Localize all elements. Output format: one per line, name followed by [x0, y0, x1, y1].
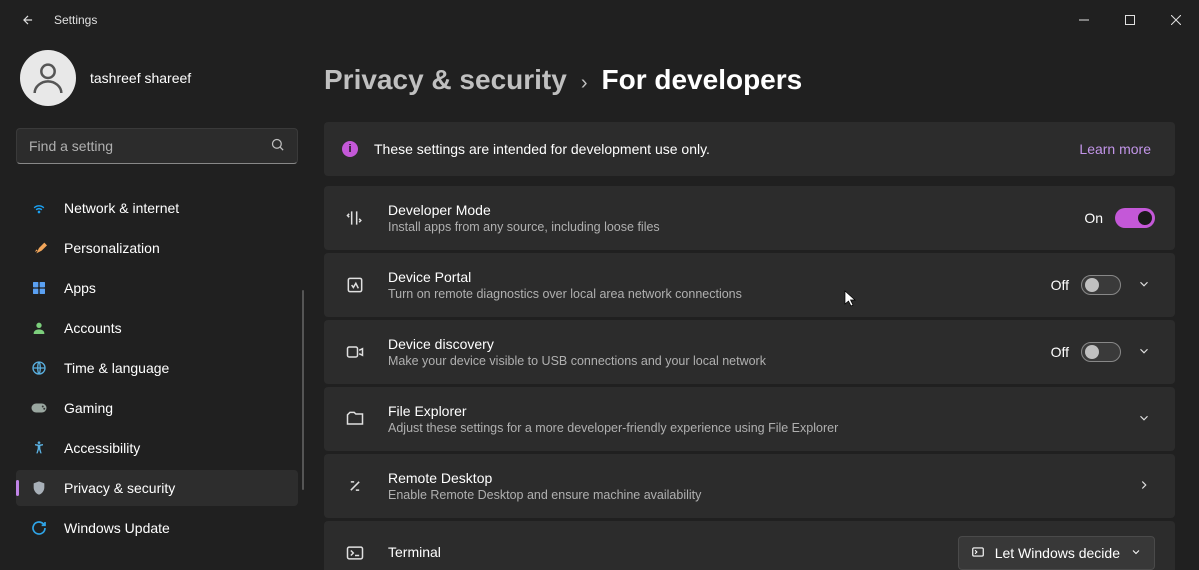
- username: tashreef shareef: [90, 70, 191, 86]
- chevron-down-icon: [1130, 545, 1142, 561]
- accessibility-icon: [30, 439, 48, 457]
- card-subtitle: Adjust these settings for a more develop…: [388, 421, 1133, 435]
- toggle-switch[interactable]: [1081, 275, 1121, 295]
- search-input[interactable]: [29, 138, 270, 154]
- wifi-icon: [30, 199, 48, 217]
- setting-developer-mode[interactable]: Developer Mode Install apps from any sou…: [324, 186, 1175, 250]
- gamepad-icon: [30, 399, 48, 417]
- setting-device-discovery[interactable]: Device discovery Make your device visibl…: [324, 320, 1175, 384]
- chevron-down-icon[interactable]: [1133, 340, 1155, 365]
- app-title: Settings: [54, 13, 97, 27]
- sidebar-item-apps[interactable]: Apps: [16, 270, 298, 306]
- user-profile[interactable]: tashreef shareef: [16, 50, 302, 106]
- sidebar-item-gaming[interactable]: Gaming: [16, 390, 298, 426]
- sidebar-item-personalization[interactable]: Personalization: [16, 230, 298, 266]
- main-panel: Privacy & security › For developers i Th…: [310, 40, 1199, 570]
- close-button[interactable]: [1153, 4, 1199, 36]
- search-icon: [270, 137, 285, 155]
- back-button[interactable]: [18, 10, 38, 30]
- sidebar-item-label: Personalization: [64, 240, 160, 256]
- setting-terminal[interactable]: Terminal Let Windows decide: [324, 521, 1175, 570]
- info-text: These settings are intended for developm…: [374, 141, 710, 157]
- globe-icon: [30, 359, 48, 377]
- card-icon: [344, 542, 366, 564]
- terminal-dropdown[interactable]: Let Windows decide: [958, 536, 1155, 570]
- card-subtitle: Make your device visible to USB connecti…: [388, 354, 1051, 368]
- sidebar-item-label: Network & internet: [64, 200, 179, 216]
- toggle-state-label: Off: [1051, 277, 1069, 293]
- terminal-icon: [971, 545, 985, 562]
- toggle-switch[interactable]: [1081, 342, 1121, 362]
- search-box[interactable]: [16, 128, 298, 164]
- sidebar-item-label: Accounts: [64, 320, 122, 336]
- card-title: Developer Mode: [388, 202, 1084, 218]
- settings-list: Developer Mode Install apps from any sou…: [324, 186, 1175, 570]
- chevron-right-icon[interactable]: [1133, 474, 1155, 499]
- sidebar-item-label: Apps: [64, 280, 96, 296]
- card-subtitle: Enable Remote Desktop and ensure machine…: [388, 488, 1133, 502]
- learn-more-link[interactable]: Learn more: [1079, 141, 1151, 157]
- user-icon: [30, 319, 48, 337]
- card-title: Remote Desktop: [388, 470, 1133, 486]
- card-title: Device discovery: [388, 336, 1051, 352]
- card-subtitle: Turn on remote diagnostics over local ar…: [388, 287, 1051, 301]
- toggle-state-label: On: [1084, 210, 1103, 226]
- apps-icon: [30, 279, 48, 297]
- title-bar: Settings: [0, 0, 1199, 40]
- sidebar-item-network-internet[interactable]: Network & internet: [16, 190, 298, 226]
- card-title: Terminal: [388, 544, 958, 560]
- info-banner: i These settings are intended for develo…: [324, 122, 1175, 176]
- breadcrumb-separator: ›: [581, 72, 588, 95]
- sidebar-item-privacy-security[interactable]: Privacy & security: [16, 470, 298, 506]
- card-title: Device Portal: [388, 269, 1051, 285]
- page-title: For developers: [601, 64, 802, 96]
- brush-icon: [30, 239, 48, 257]
- sidebar-item-label: Gaming: [64, 400, 113, 416]
- breadcrumb: Privacy & security › For developers: [324, 64, 1175, 96]
- setting-file-explorer[interactable]: File Explorer Adjust these settings for …: [324, 387, 1175, 451]
- breadcrumb-parent[interactable]: Privacy & security: [324, 64, 567, 96]
- info-icon: i: [342, 141, 358, 157]
- nav-list: Network & internet Personalization Apps Acc…: [16, 190, 302, 546]
- sidebar-item-label: Accessibility: [64, 440, 140, 456]
- card-icon: [344, 475, 366, 497]
- card-title: File Explorer: [388, 403, 1133, 419]
- maximize-button[interactable]: [1107, 4, 1153, 36]
- sidebar-item-time-language[interactable]: Time & language: [16, 350, 298, 386]
- sidebar-item-label: Time & language: [64, 360, 169, 376]
- shield-icon: [30, 479, 48, 497]
- dropdown-value: Let Windows decide: [995, 545, 1120, 561]
- avatar: [20, 50, 76, 106]
- sidebar: tashreef shareef Network & internet Perso…: [0, 40, 310, 570]
- sidebar-item-accounts[interactable]: Accounts: [16, 310, 298, 346]
- card-icon: [344, 341, 366, 363]
- sidebar-item-accessibility[interactable]: Accessibility: [16, 430, 298, 466]
- setting-device-portal[interactable]: Device Portal Turn on remote diagnostics…: [324, 253, 1175, 317]
- sidebar-item-label: Privacy & security: [64, 480, 175, 496]
- chevron-down-icon[interactable]: [1133, 407, 1155, 432]
- card-subtitle: Install apps from any source, including …: [388, 220, 1084, 234]
- sidebar-item-label: Windows Update: [64, 520, 170, 536]
- sidebar-item-windows-update[interactable]: Windows Update: [16, 510, 298, 546]
- minimize-button[interactable]: [1061, 4, 1107, 36]
- window-controls: [1061, 4, 1199, 36]
- sidebar-scrollbar[interactable]: [302, 290, 304, 490]
- update-icon: [30, 519, 48, 537]
- card-icon: [344, 274, 366, 296]
- chevron-down-icon[interactable]: [1133, 273, 1155, 298]
- card-icon: [344, 207, 366, 229]
- toggle-state-label: Off: [1051, 344, 1069, 360]
- toggle-switch[interactable]: [1115, 208, 1155, 228]
- setting-remote-desktop[interactable]: Remote Desktop Enable Remote Desktop and…: [324, 454, 1175, 518]
- card-icon: [344, 408, 366, 430]
